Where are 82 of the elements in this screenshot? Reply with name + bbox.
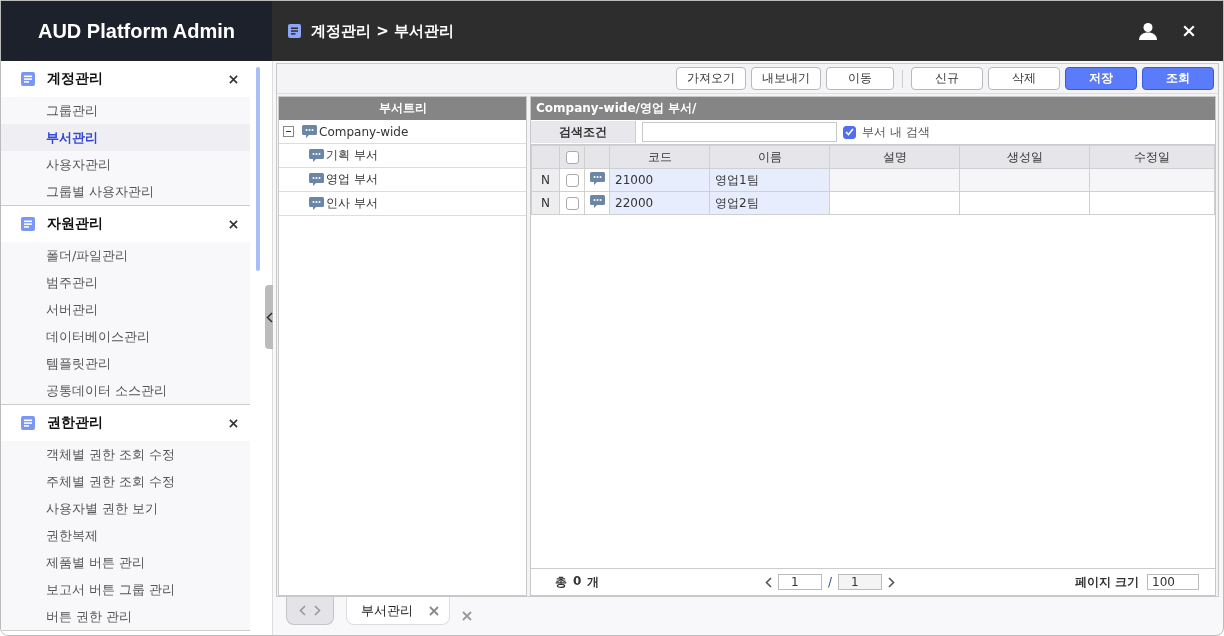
checkbox-label: 부서 내 검색 [862,123,930,141]
document-icon [21,416,35,430]
document-icon [288,24,301,38]
menu-item[interactable]: 그룹별 사용자관리 [1,178,250,205]
collapse-handle[interactable] [265,285,273,349]
app-title: AUD Platform Admin [37,19,235,43]
tree-node[interactable]: 영업 부서 [326,171,378,188]
row-status: N [531,168,560,192]
checkbox[interactable] [565,197,579,210]
column-header[interactable]: 설명 [829,145,960,169]
toolbar-button[interactable]: 내보내기 [751,67,821,90]
panel-title: Company-wide/영업 부서/ [531,97,1215,120]
next-page-icon[interactable] [888,576,896,588]
close-icon[interactable] [229,219,238,229]
menu-item[interactable]: 보고서 버튼 그룹 관리 [1,576,250,603]
toolbar-button[interactable]: 이동 [826,67,894,90]
close-icon[interactable] [229,418,238,428]
table-cell: 영업2팀 [709,191,830,215]
checkbox[interactable] [843,125,856,139]
menu-item[interactable]: 사용자관리 [1,151,250,178]
menu-item[interactable]: 서버관리 [1,296,250,323]
row-status: N [531,191,560,215]
menu-item[interactable]: 부서관리 [1,124,250,151]
menu-item[interactable]: 제품별 버튼 관리 [1,549,250,576]
checkbox[interactable] [565,174,579,187]
previous-page-icon[interactable] [765,576,772,588]
menu-item[interactable]: 객체별 권한 조회 수정 [1,441,250,468]
speech-bubble-icon [590,172,605,185]
toolbar-button[interactable]: 저장 [1065,67,1137,90]
menu-item[interactable]: 그룹관리 [1,97,250,124]
speech-bubble-icon [302,125,317,138]
speech-bubble-icon [309,197,324,210]
menu-item[interactable]: 데이터베이스관리 [1,323,250,350]
menu-item[interactable]: 템플릿관리 [1,350,250,377]
column-header[interactable]: 코드 [609,145,710,169]
chevron-left-icon[interactable] [265,311,273,323]
total-unit: 개 [587,573,600,591]
page-field[interactable]: 1 [778,574,822,590]
toolbar-button[interactable]: 조회 [1142,67,1214,90]
page-separator: / [828,575,833,589]
chevron-right-icon[interactable] [314,605,321,616]
column-header[interactable]: 생성일 [959,145,1090,169]
page-size-label: 페이지 크기 [1074,573,1139,591]
menu-item[interactable]: 주체별 권한 조회 수정 [1,468,250,495]
tree-node[interactable]: Company-wide [319,124,409,139]
document-icon [21,72,35,86]
speech-bubble-icon [590,195,605,208]
tree-node[interactable]: 인사 부서 [326,195,378,212]
page-size-field[interactable]: 100 [1147,574,1199,590]
search-field[interactable] [642,122,837,142]
section-title[interactable]: 권한관리 [47,414,217,432]
tree-node[interactable]: 기획 부서 [326,147,378,164]
field-label: 검색조건 [531,121,636,143]
column-header[interactable]: 수정일 [1089,145,1215,169]
page-count-field: 1 [838,574,883,590]
toolbar-button[interactable]: 신규 [911,67,983,90]
document-icon [21,217,35,231]
tab[interactable]: 부서관리 [346,597,450,625]
section-title[interactable]: 자원관리 [47,215,217,233]
scrollbar[interactable] [256,67,260,271]
speech-bubble-icon [309,173,324,186]
toolbar-button[interactable]: 가져오기 [676,67,746,90]
panel-title: 부서트리 [279,97,526,120]
menu-item[interactable]: 버튼 권한 관리 [1,603,250,630]
user-icon[interactable] [1139,22,1157,40]
checkbox[interactable] [565,151,579,164]
tab-label[interactable]: 부서관리 [361,601,413,620]
column-header[interactable]: 이름 [709,145,830,169]
menu-item[interactable]: 공통데이터 소스관리 [1,377,250,404]
menu-item[interactable]: 범주관리 [1,269,250,296]
menu-item[interactable]: 사용자별 권한 보기 [1,495,250,522]
menu-item[interactable]: 폴더/파일관리 [1,242,250,269]
toolbar-button[interactable]: 삭제 [988,67,1060,90]
table-cell: 영업1팀 [709,168,830,192]
total-count: 0 [573,573,582,590]
menu-item[interactable]: 권한복제 [1,522,250,549]
section-title[interactable]: 계정관리 [47,70,217,88]
collapse-icon[interactable] [283,126,294,137]
breadcrumb: 계정관리 > 부서관리 [311,21,454,41]
close-icon[interactable] [229,74,238,84]
total-label: 총 [555,573,567,591]
speech-bubble-icon [309,149,324,162]
